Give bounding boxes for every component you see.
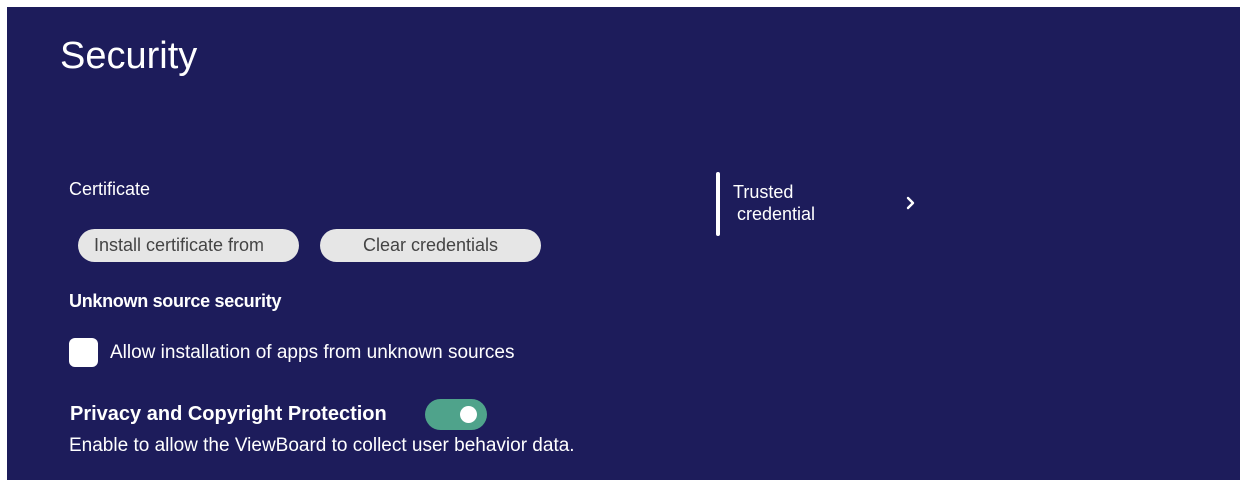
privacy-protection-description: Enable to allow the ViewBoard to collect… — [69, 435, 575, 456]
certificate-label: Certificate — [69, 179, 151, 199]
install-certificate-button[interactable]: Install certificate from — [78, 229, 299, 262]
unknown-source-heading: Unknown source security — [69, 291, 282, 311]
unknown-sources-label: Allow installation of apps from unknown … — [110, 342, 515, 363]
trusted-credential-label-line1: Trusted — [733, 182, 794, 202]
toggle-knob — [460, 406, 477, 423]
privacy-protection-toggle[interactable] — [425, 399, 487, 430]
privacy-protection-title: Privacy and Copyright Protection — [70, 403, 387, 425]
security-settings-panel: Security Certificate Install certificate… — [7, 7, 1240, 480]
trusted-credential-label-line2: credential — [737, 204, 816, 224]
trusted-credential-item[interactable]: Trusted credential — [716, 172, 936, 236]
selection-indicator — [716, 172, 720, 236]
clear-credentials-button[interactable]: Clear credentials — [320, 229, 541, 262]
chevron-right-icon — [906, 196, 915, 210]
unknown-sources-checkbox[interactable] — [69, 338, 98, 367]
page-title: Security — [60, 35, 198, 77]
install-certificate-label: Install certificate from — [94, 235, 265, 255]
